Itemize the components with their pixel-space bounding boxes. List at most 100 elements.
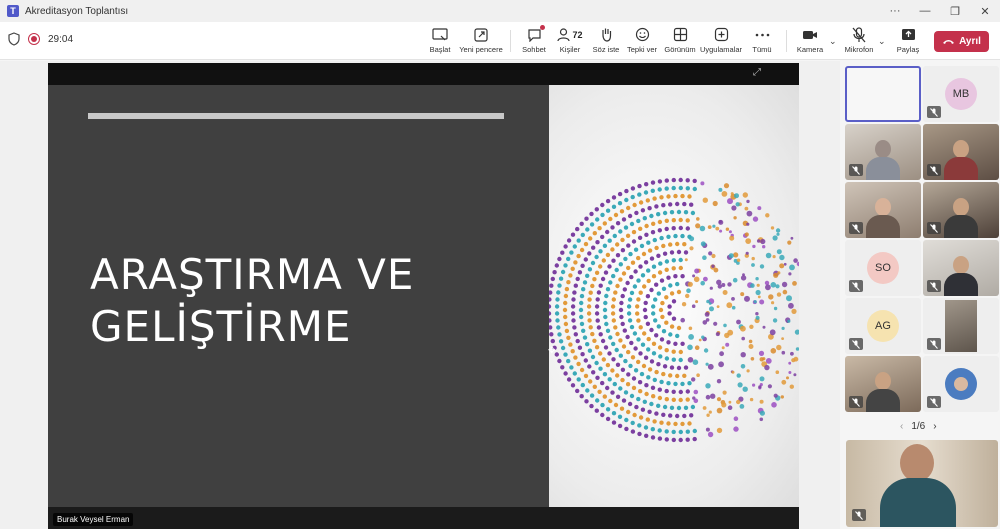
apps-button[interactable]: Uygulamalar — [699, 26, 743, 54]
pattern-dot — [570, 311, 576, 316]
pattern-dot — [653, 297, 658, 302]
pattern-dot — [664, 295, 669, 300]
meeting-timer: 29:04 — [48, 33, 74, 45]
dotted-circle-graphic — [549, 85, 799, 507]
previous-page-icon[interactable]: ‹ — [900, 421, 903, 432]
microphone-button[interactable]: Mikrofon — [837, 26, 881, 54]
new-window-button[interactable]: Yeni pencere — [459, 26, 503, 54]
participant-tile[interactable]: AG — [845, 298, 921, 354]
mic-options-chevron-icon[interactable]: ⌄ — [878, 36, 886, 47]
pattern-dot — [671, 397, 676, 402]
pattern-dot — [573, 355, 578, 360]
pattern-dot — [685, 389, 690, 394]
pattern-dot — [650, 230, 656, 235]
participant-video-tile[interactable] — [845, 182, 921, 238]
pattern-dot — [566, 238, 572, 243]
pattern-dot — [647, 206, 652, 211]
pattern-dot — [742, 192, 748, 198]
pattern-dot — [645, 321, 651, 326]
pattern-dot — [557, 256, 562, 262]
pattern-dot — [633, 346, 638, 351]
participant-tile[interactable]: SO — [845, 240, 921, 296]
pattern-dot — [725, 342, 730, 347]
restore-button[interactable]: ❐ — [940, 0, 970, 22]
pattern-dot — [692, 428, 697, 434]
pattern-dot — [646, 278, 651, 284]
pattern-dot — [626, 205, 631, 211]
expand-icon[interactable]: ⤢ — [753, 67, 761, 78]
avatar: AG — [867, 310, 899, 342]
shield-icon[interactable] — [8, 32, 20, 46]
start-button[interactable]: Başlat — [418, 26, 462, 54]
share-button[interactable]: Paylaş — [886, 26, 930, 54]
pattern-dot — [680, 421, 685, 427]
pattern-dot — [569, 365, 574, 370]
pattern-dot — [758, 385, 762, 389]
participant-tile[interactable] — [923, 356, 999, 412]
pattern-dot — [590, 354, 596, 360]
pattern-dot — [635, 304, 640, 309]
participant-tile[interactable]: MB — [923, 66, 999, 122]
pattern-dot — [780, 395, 784, 399]
pattern-dot — [549, 332, 554, 337]
pattern-dot — [573, 260, 578, 265]
pattern-dot — [693, 398, 699, 404]
pattern-dot — [562, 307, 568, 313]
participant-video-tile[interactable] — [923, 124, 999, 180]
pattern-dot — [709, 306, 714, 312]
pattern-dot — [772, 255, 776, 259]
presentation-slide: ARAŞTIRMA VE GELİŞTİRME ✥ — [48, 85, 799, 507]
participant-video-tile[interactable] — [845, 124, 921, 180]
pattern-dot — [619, 406, 625, 411]
participant-video-tile[interactable] — [923, 298, 999, 354]
pattern-dot — [676, 325, 682, 331]
leave-button[interactable]: Ayrıl — [934, 31, 989, 52]
pattern-dot — [649, 327, 654, 333]
pattern-dot — [666, 234, 671, 239]
participant-tile[interactable] — [845, 66, 921, 122]
pattern-dot — [623, 225, 629, 230]
pattern-dot — [654, 245, 659, 251]
pattern-dot — [673, 421, 678, 427]
pattern-dot — [678, 389, 683, 395]
pattern-dot — [771, 301, 775, 305]
participant-video-tile[interactable] — [923, 182, 999, 238]
more-button[interactable]: Tümü — [740, 26, 784, 54]
participant-video — [944, 256, 978, 296]
participant-video — [866, 372, 900, 412]
pattern-dot — [776, 292, 782, 297]
pattern-dot — [676, 209, 682, 215]
pattern-dot — [563, 321, 569, 327]
pattern-dot — [571, 318, 576, 323]
close-window-button[interactable]: ✕ — [970, 0, 1000, 22]
view-button[interactable]: Görünüm — [658, 26, 702, 54]
pattern-dot — [592, 338, 597, 343]
next-page-icon[interactable]: › — [933, 421, 936, 432]
pattern-dot — [576, 253, 581, 259]
pattern-dot — [641, 251, 647, 257]
pattern-dot — [611, 341, 616, 347]
more-window-options-button[interactable]: ··· — [880, 0, 910, 22]
pattern-dot — [563, 300, 568, 306]
hang-up-icon — [943, 40, 955, 44]
pattern-dot — [602, 221, 607, 226]
camera-button[interactable]: Kamera — [788, 26, 832, 54]
self-video-tile[interactable] — [846, 440, 998, 527]
pattern-dot — [682, 373, 687, 378]
participant-video-tile[interactable] — [845, 356, 921, 412]
pattern-dot — [650, 385, 656, 390]
pattern-dot — [594, 311, 600, 316]
pattern-dot — [598, 366, 603, 371]
pattern-dot — [615, 362, 621, 367]
pattern-dot — [653, 318, 658, 323]
pattern-dot — [558, 339, 564, 344]
pattern-dot — [664, 320, 669, 325]
participant-video-tile[interactable] — [923, 240, 999, 296]
camera-options-chevron-icon[interactable]: ⌄ — [829, 36, 837, 47]
minimize-button[interactable]: — — [910, 0, 940, 22]
pattern-dot — [776, 232, 780, 236]
pattern-dot — [656, 403, 661, 408]
screen-share[interactable]: ⤢ ARAŞTIRMA VE GELİŞTİRME ✥ Burak Veysel… — [48, 63, 799, 529]
more-icon — [755, 26, 770, 43]
muted-mic-icon — [927, 106, 941, 118]
